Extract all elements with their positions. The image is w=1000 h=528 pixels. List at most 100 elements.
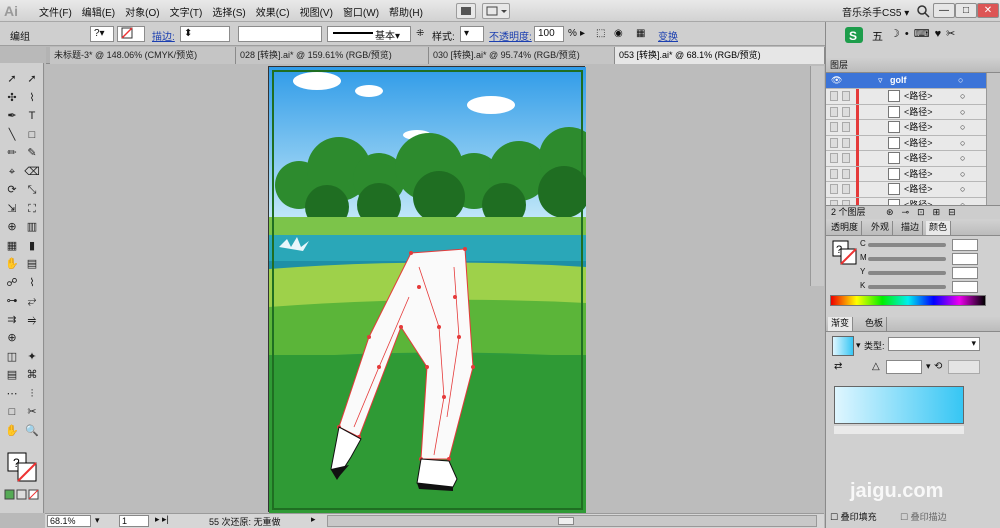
target-icon[interactable]: ○: [960, 182, 965, 197]
visibility-toggle[interactable]: [830, 153, 838, 163]
close-button[interactable]: ✕: [977, 3, 999, 18]
aspect-field[interactable]: [948, 360, 980, 374]
target-icon[interactable]: ○: [958, 73, 963, 88]
expand-icon[interactable]: ▿: [878, 73, 883, 88]
visibility-toggle[interactable]: [830, 106, 838, 117]
variable-width-field[interactable]: [238, 26, 322, 42]
target-icon[interactable]: ○: [960, 198, 965, 206]
stroke-color-picker[interactable]: [117, 26, 145, 42]
angle-dropdown-icon[interactable]: ▾: [926, 361, 931, 372]
tab-document-3[interactable]: 030 [转换].ai* @ 95.74% (RGB/预览): [429, 47, 615, 64]
opacity-dropdown-icon[interactable]: ▸: [580, 28, 585, 39]
menu-select[interactable]: 选择(S): [207, 4, 250, 19]
angle-field[interactable]: [886, 360, 922, 374]
lock-toggle[interactable]: [842, 168, 850, 179]
pen-tool-icon[interactable]: ✒: [3, 108, 21, 125]
stroke-style-field[interactable]: 基本▾: [327, 26, 411, 42]
tab-document-2[interactable]: 028 [转换].ai* @ 159.61% (RGB/预览): [236, 47, 429, 64]
arrange-documents-button[interactable]: [482, 3, 510, 19]
menu-edit[interactable]: 编辑(E): [77, 4, 120, 19]
live-paint-tool-icon[interactable]: ⊕: [3, 330, 21, 347]
value-m[interactable]: [952, 253, 978, 265]
value-y[interactable]: [952, 267, 978, 279]
minimize-button[interactable]: —: [933, 3, 955, 18]
visibility-toggle[interactable]: [830, 122, 838, 132]
layer-action-icons[interactable]: ⊛⊸⊡⊞⊟: [886, 206, 964, 219]
zoom-tool-icon[interactable]: 🔍: [23, 423, 41, 440]
artboard[interactable]: [268, 66, 599, 513]
maximize-button[interactable]: □: [955, 3, 977, 18]
target-icon[interactable]: ○: [960, 120, 965, 135]
tab-color[interactable]: 颜色: [926, 221, 952, 235]
eyedropper-tool-icon[interactable]: ✋: [3, 256, 21, 273]
visibility-toggle[interactable]: [830, 184, 838, 194]
style-picker[interactable]: ▾: [460, 26, 484, 42]
status-menu-icon[interactable]: ▸: [311, 514, 316, 525]
overprint-fill-option[interactable]: ☐ 叠印填充: [830, 510, 877, 523]
eraser-tool-icon[interactable]: ⌫: [23, 164, 41, 181]
menu-effect[interactable]: 效果(C): [251, 4, 295, 19]
stroke-weight-field[interactable]: ⬍: [180, 26, 230, 42]
slider-m[interactable]: [868, 257, 946, 261]
target-icon[interactable]: ○: [960, 151, 965, 166]
slider-k[interactable]: [868, 285, 946, 289]
ime-tool-icons[interactable]: ☽•⌨♥✂: [890, 27, 960, 40]
tab-document-1[interactable]: 未标题-3* @ 148.06% (CMYK/预览): [50, 47, 236, 64]
color-fill-stroke-icon[interactable]: ?: [832, 240, 858, 266]
lock-toggle[interactable]: [842, 137, 850, 148]
slider-c[interactable]: [868, 243, 946, 247]
blend-tool-icon[interactable]: ▤: [23, 256, 41, 273]
zoom-field[interactable]: 68.1%: [47, 515, 91, 527]
layer-golf[interactable]: 👁 ▿ golf ○: [826, 73, 1000, 89]
puppet-tool-icon[interactable]: ⌘: [23, 367, 41, 384]
horizontal-scrollbar[interactable]: [327, 515, 817, 527]
target-icon[interactable]: ○: [960, 89, 965, 104]
tab-gradient[interactable]: 渐变: [828, 317, 854, 331]
dot-tool-icon[interactable]: ⋯: [3, 386, 21, 403]
scale-tool-icon[interactable]: ⤡: [23, 182, 41, 199]
bar-tool-icon[interactable]: ⫶: [23, 386, 41, 403]
ime-mode[interactable]: 五: [872, 28, 883, 44]
layer-path-row[interactable]: <路径> ○: [826, 151, 1000, 167]
value-k[interactable]: [952, 281, 978, 293]
mesh-tool-icon[interactable]: ▦: [3, 238, 21, 255]
stroke-label[interactable]: 描边:: [152, 28, 175, 43]
tab-swatches[interactable]: 色板: [862, 317, 888, 331]
select-similar-icon[interactable]: ⬚: [596, 28, 605, 39]
selection-tool-icon[interactable]: ➚: [3, 71, 21, 88]
rotate-tool-icon[interactable]: ⟳: [3, 182, 21, 199]
warp-tool-icon[interactable]: ⇲: [3, 201, 21, 218]
column-graph-tool-icon[interactable]: ⌇: [23, 275, 41, 292]
color-spectrum[interactable]: [830, 295, 986, 306]
opacity-field[interactable]: 100: [534, 26, 564, 42]
menu-help[interactable]: 帮助(H): [384, 4, 428, 19]
layer-path-row[interactable]: <路径> ○: [826, 135, 1000, 151]
line-tool-icon[interactable]: ╲: [3, 127, 21, 144]
paintbrush-tool-icon[interactable]: ✏: [3, 145, 21, 162]
lock-toggle[interactable]: [842, 91, 850, 101]
slice-tool-icon[interactable]: ⥤: [23, 312, 41, 329]
layer-path-row[interactable]: <路径> ○: [826, 89, 1000, 105]
perspective-tool-icon[interactable]: ▥: [23, 219, 41, 236]
menu-window[interactable]: 窗口(W): [338, 4, 384, 19]
target-icon[interactable]: ○: [960, 105, 965, 120]
gradient-tool-icon[interactable]: ▮: [23, 238, 41, 255]
gradient-thumbnail[interactable]: [832, 336, 854, 356]
bridge-button[interactable]: [456, 3, 476, 19]
artboard-number-field[interactable]: 1: [119, 515, 149, 527]
rectangle-tool-icon[interactable]: □: [23, 127, 41, 144]
symbol-sprayer-tool-icon[interactable]: ☍: [3, 275, 21, 292]
search-icon[interactable]: [916, 4, 930, 18]
color-mode-buttons[interactable]: [4, 489, 42, 501]
gradient-preview[interactable]: [834, 386, 964, 424]
reshape-tool-icon[interactable]: ⥂: [23, 293, 41, 310]
tab-document-4[interactable]: 053 [转换].ai* @ 68.1% (RGB/预览): [615, 47, 825, 64]
layer-path-row[interactable]: <路径> ○: [826, 166, 1000, 182]
recolor-icon[interactable]: ◉: [614, 28, 623, 39]
slider-y[interactable]: [868, 271, 946, 275]
pencil-tool-icon[interactable]: ✎: [23, 145, 41, 162]
visibility-toggle[interactable]: [830, 91, 838, 101]
menu-view[interactable]: 视图(V): [295, 4, 338, 19]
lock-toggle[interactable]: [842, 153, 850, 163]
scissors-tool-icon[interactable]: ✂: [23, 404, 41, 421]
